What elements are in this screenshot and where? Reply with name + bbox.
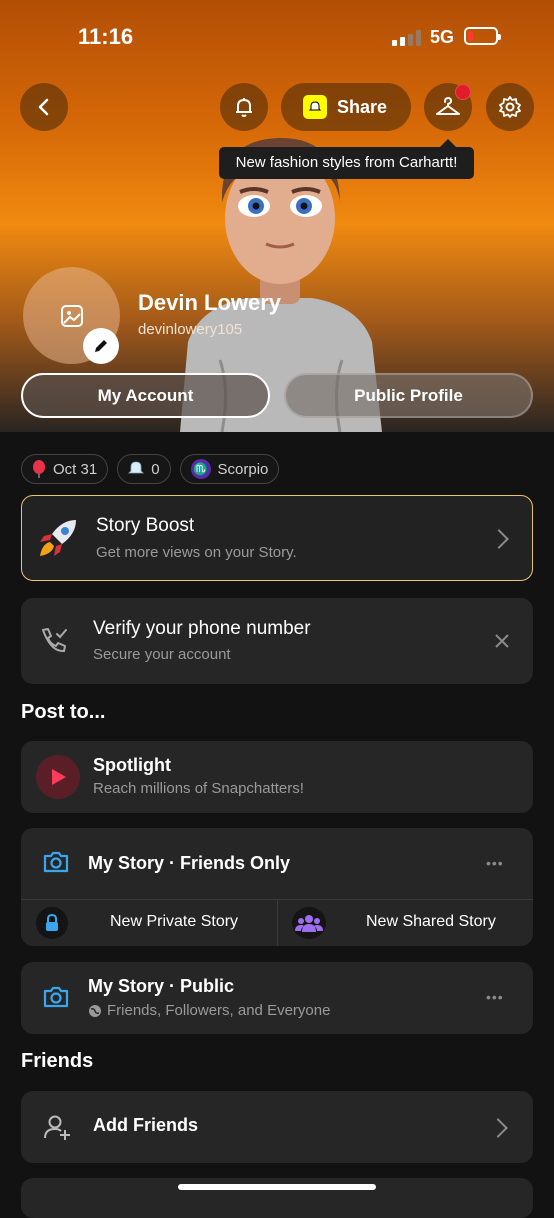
balloon-icon [33,460,45,478]
notification-dot [455,84,471,100]
phone-check-icon [42,628,67,653]
snapcode-icon [303,95,327,119]
verify-phone-subtitle: Secure your account [93,646,231,663]
group-icon [292,907,326,939]
ghost-icon [128,461,145,474]
verify-phone-title: Verify your phone number [93,618,311,639]
friends-heading: Friends [21,1050,94,1072]
zodiac-label: Scorpio [217,460,269,478]
bell-icon [236,98,252,117]
verify-phone-card[interactable]: Verify your phone number Secure your acc… [21,598,533,684]
zodiac-chip[interactable]: ♏ Scorpio [179,454,280,484]
rocket-icon [40,520,76,556]
add-friends-label: Add Friends [93,1115,199,1135]
home-indicator [178,1184,376,1190]
outfit-tooltip[interactable]: New fashion styles from Carhartt! [219,147,474,179]
share-button[interactable]: Share [281,83,411,131]
chevron-right-icon [489,529,509,549]
add-friends-card[interactable]: Add Friends [21,1091,533,1163]
tooltip-arrow [440,139,456,147]
my-account-button[interactable]: My Account [21,373,270,418]
birthday-chip[interactable]: Oct 31 [21,454,109,484]
add-photo-icon [60,304,83,327]
gear-icon [499,96,521,118]
display-name: Devin Lowery [138,290,282,315]
birthday-label: Oct 31 [53,460,98,478]
pencil-icon [95,340,107,352]
spotlight-card[interactable]: Spotlight Reach millions of Snapchatters… [21,741,533,813]
new-shared-story-label: New Shared Story [366,913,496,930]
back-button[interactable] [20,83,68,131]
my-story-public-title: My Story · Public [88,976,235,996]
profile-header: 11:16 5G Share New fashion styles from C… [0,0,554,432]
scorpio-icon: ♏ [190,459,211,479]
story-boost-title: Story Boost [96,515,195,536]
story-boost-card[interactable]: Story Boost Get more views on your Story… [21,495,533,581]
my-story-public-subtitle: Friends, Followers, and Everyone [107,1002,331,1019]
spotlight-title: Spotlight [93,755,171,775]
close-icon[interactable] [495,634,509,648]
new-private-story-button[interactable]: New Private Story [21,900,277,946]
settings-button[interactable] [486,83,534,131]
network-type: 5G [430,27,455,47]
my-story-friends-card: My Story · Friends Only ••• New Private … [21,828,533,946]
chevron-right-icon [488,1118,508,1138]
chevron-left-icon [38,98,49,116]
more-icon[interactable]: ••• [486,855,504,871]
new-private-story-label: New Private Story [110,913,239,930]
lock-icon [36,907,68,939]
snap-score-label: 0 [151,460,160,478]
new-shared-story-button[interactable]: New Shared Story [278,900,533,946]
my-story-public-card[interactable]: My Story · Public Friends, Followers, an… [21,962,533,1034]
audience-row: Friends, Followers, and Everyone [88,1002,330,1019]
signal-icon [392,30,422,46]
status-bar: 11:16 5G [0,0,554,76]
camera-icon [43,851,69,873]
story-boost-subtitle: Get more views on your Story. [96,544,297,561]
post-to-heading: Post to... [21,701,106,723]
status-time: 11:16 [78,24,134,49]
share-label: Share [337,96,388,117]
spotlight-icon [36,755,80,799]
camera-icon [43,986,69,1008]
username: devinlowery105 [138,321,243,338]
public-profile-button[interactable]: Public Profile [284,373,533,418]
globe-icon [89,1004,101,1017]
profile-chips: Oct 31 0 ♏ Scorpio [21,454,280,484]
add-friend-icon [44,1115,70,1140]
more-icon[interactable]: ••• [486,989,504,1005]
my-story-friends-title[interactable]: My Story · Friends Only [88,853,290,874]
battery-icon [464,27,501,45]
spotlight-subtitle: Reach millions of Snapchatters! [93,780,304,797]
notifications-button[interactable] [220,83,268,131]
snap-score-chip[interactable]: 0 [117,454,171,484]
edit-profile-button[interactable] [83,328,119,364]
hanger-icon [436,97,460,115]
